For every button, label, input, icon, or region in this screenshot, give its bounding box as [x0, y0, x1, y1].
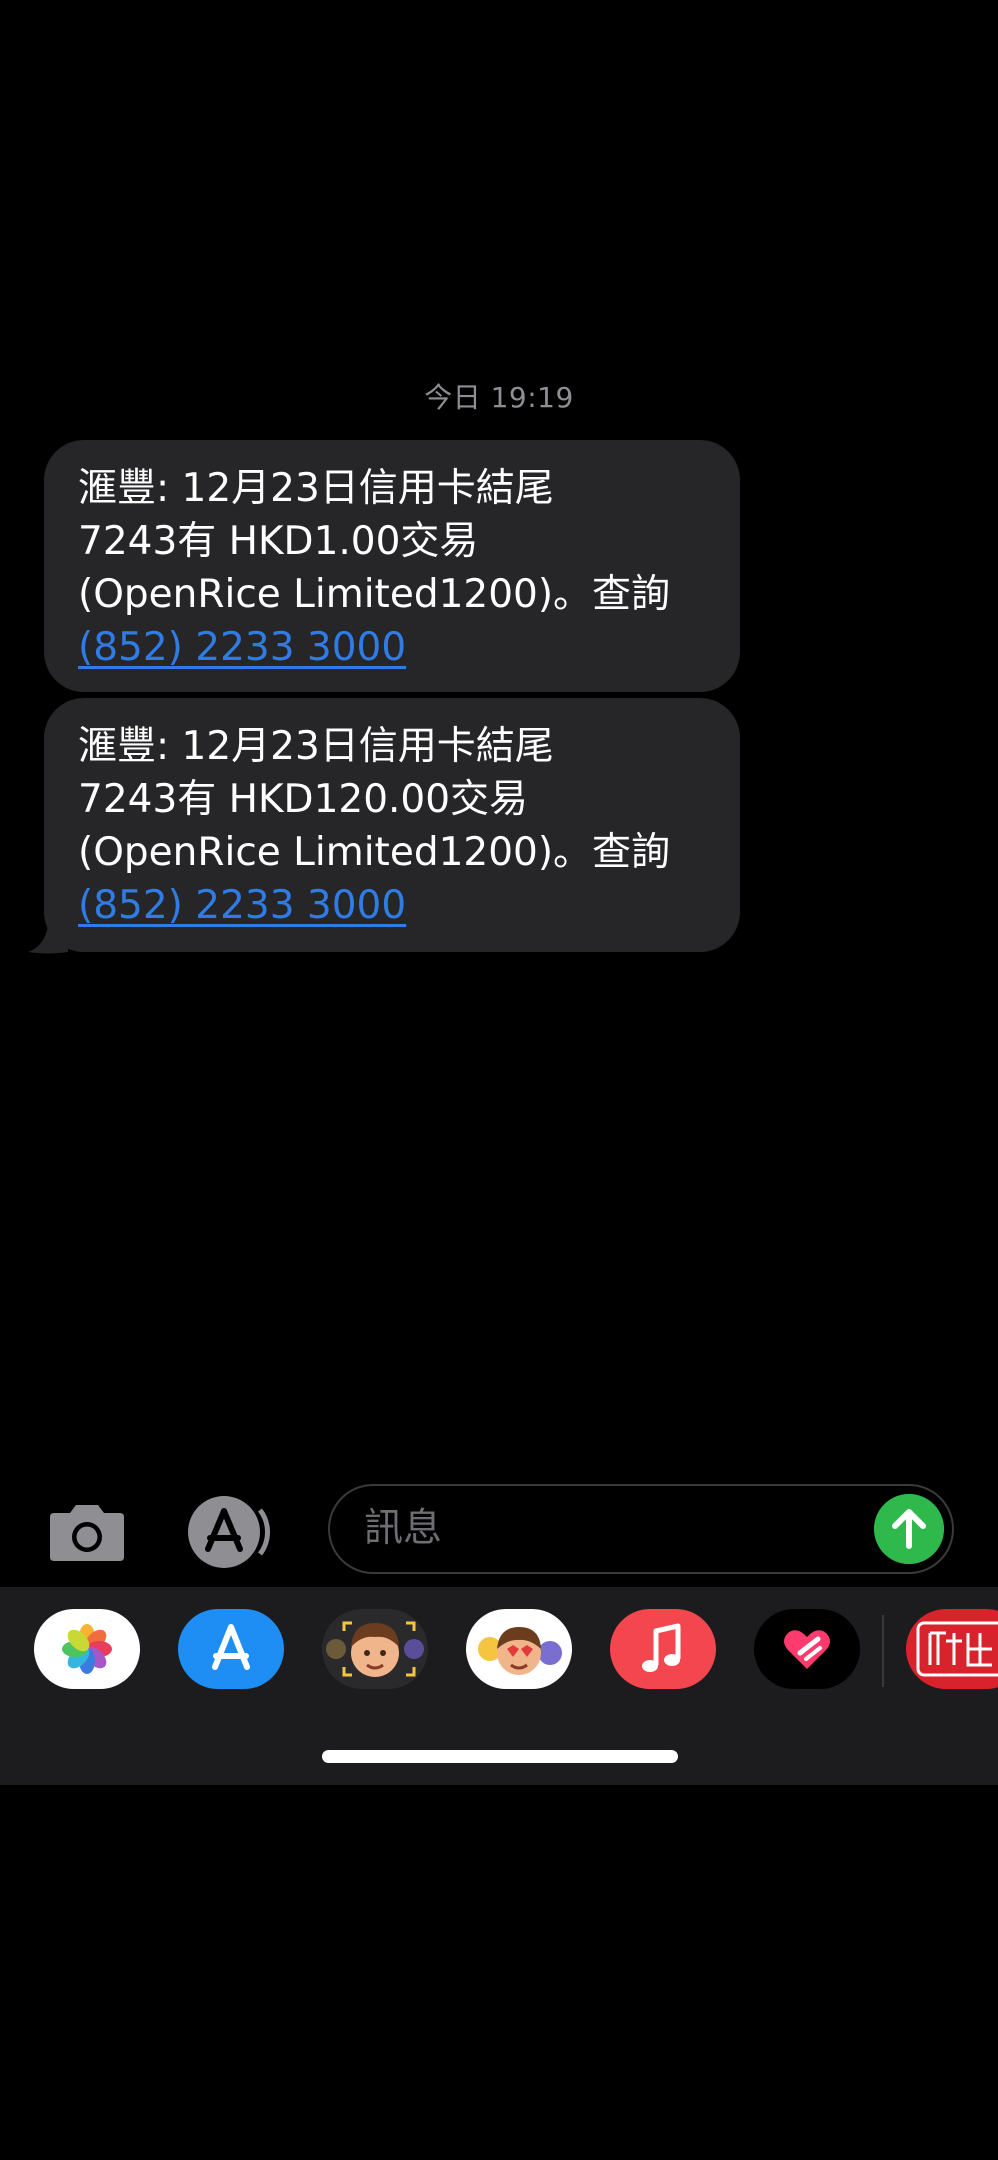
- message-line: (OpenRice Limited1200)。查詢: [78, 572, 671, 617]
- message-line: 滙豐: 12月23日信用卡結尾: [78, 466, 554, 511]
- message-timestamp: 今日 19:19: [424, 381, 574, 414]
- red-stamp-app-icon[interactable]: [906, 1609, 998, 1689]
- drawer-divider: [882, 1615, 884, 1687]
- phone-link[interactable]: (852) 2233 3000: [78, 879, 710, 932]
- app-store-icon[interactable]: [178, 1609, 284, 1689]
- animoji-stickers-icon[interactable]: [466, 1609, 572, 1689]
- message-line: 7243有 HKD120.00交易: [78, 777, 529, 822]
- photos-icon[interactable]: [34, 1609, 140, 1689]
- message-line: (OpenRice Limited1200)。查詢: [78, 830, 671, 875]
- app-drawer: [0, 1587, 998, 1785]
- digital-touch-icon[interactable]: [754, 1609, 860, 1689]
- app-store-button-icon[interactable]: [186, 1494, 282, 1570]
- messages-screen: 今日 19:19 滙豐: 12月23日信用卡結尾 7243有 HKD1.00交易…: [0, 0, 998, 2160]
- bubble-tail: [28, 922, 68, 954]
- memoji-icon[interactable]: [322, 1609, 428, 1689]
- phone-link[interactable]: (852) 2233 3000: [78, 621, 710, 674]
- message-bubble[interactable]: 滙豐: 12月23日信用卡結尾 7243有 HKD120.00交易 (OpenR…: [44, 698, 740, 952]
- music-icon[interactable]: [610, 1609, 716, 1689]
- camera-icon[interactable]: [44, 1503, 130, 1563]
- send-arrow-icon[interactable]: [874, 1494, 944, 1564]
- message-line: 滙豐: 12月23日信用卡結尾: [78, 724, 554, 769]
- home-indicator[interactable]: [322, 1750, 678, 1763]
- message-input-placeholder: 訊息: [364, 1506, 443, 1551]
- message-input[interactable]: 訊息: [328, 1484, 954, 1574]
- message-line: 7243有 HKD1.00交易: [78, 519, 479, 564]
- message-bubble[interactable]: 滙豐: 12月23日信用卡結尾 7243有 HKD1.00交易 (OpenRic…: [44, 440, 740, 692]
